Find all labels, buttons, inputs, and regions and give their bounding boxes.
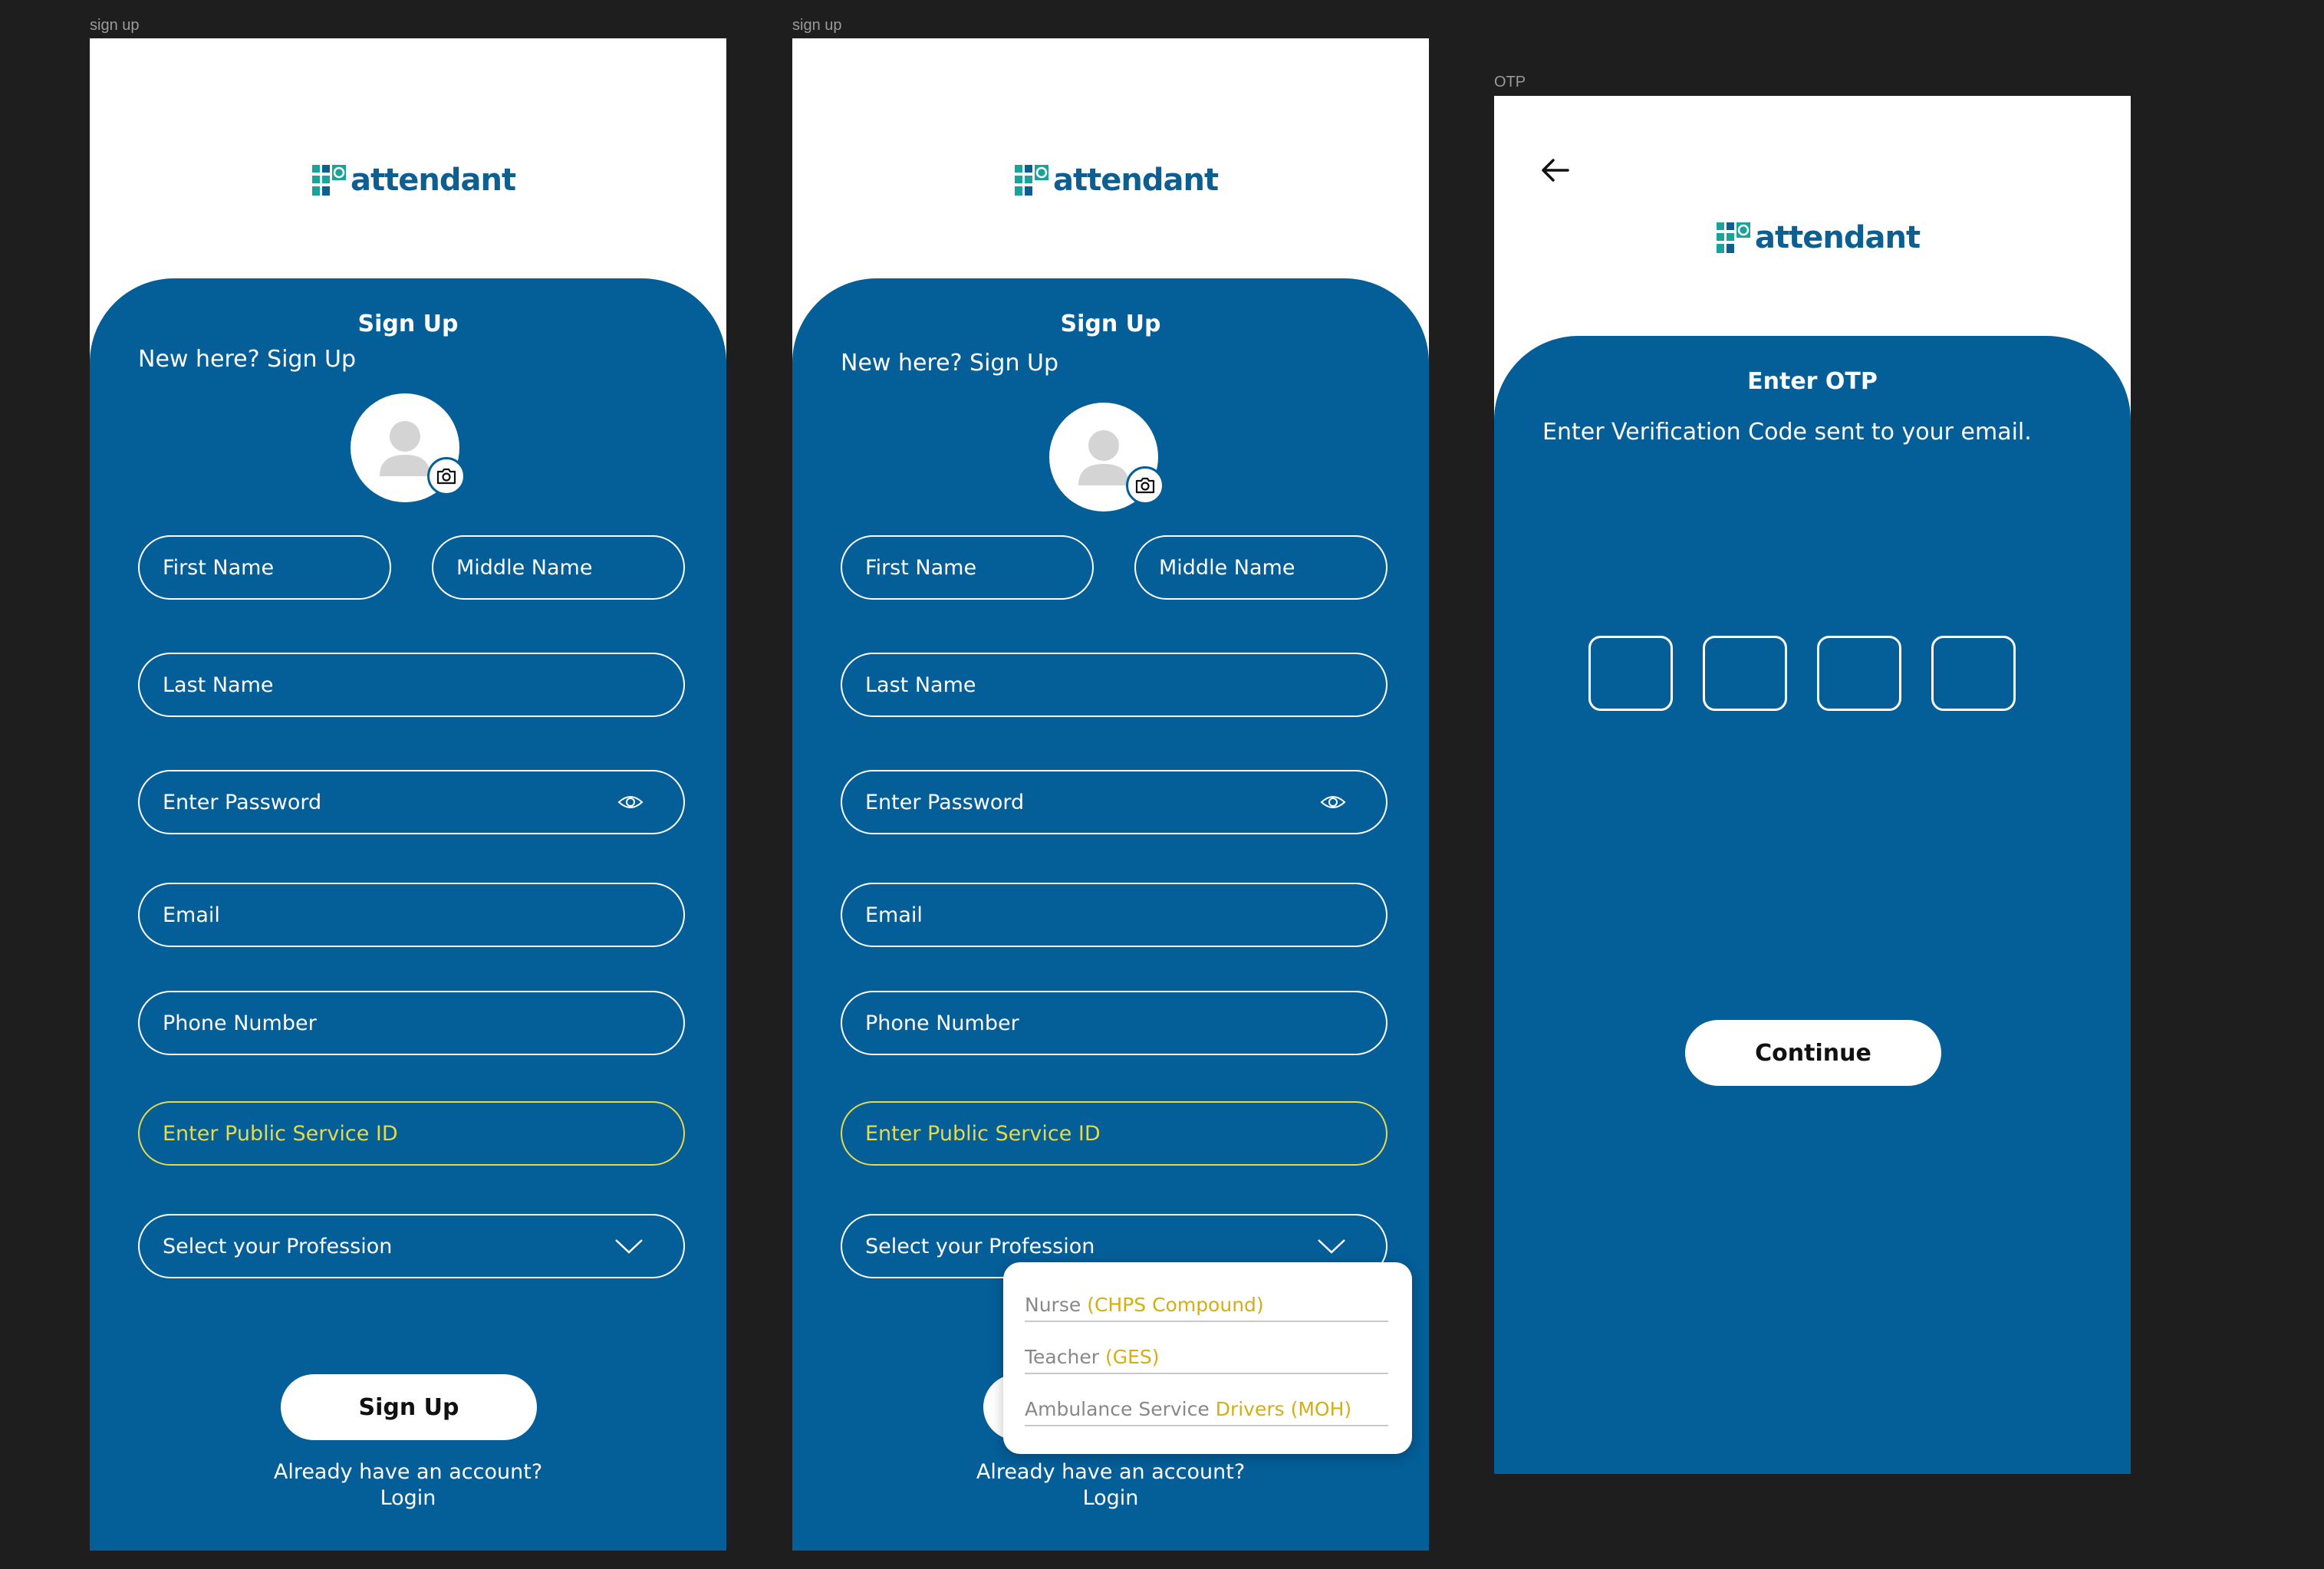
otp-digit-2[interactable] [1703,636,1787,711]
option-detail: Drivers (MOH) [1215,1398,1352,1420]
logo-text: attendant [351,163,516,198]
option-detail: (CHPS Compound) [1087,1294,1264,1316]
camera-button[interactable] [1126,466,1164,505]
last-name-placeholder: Last Name [865,673,976,697]
back-arrow-icon [1542,159,1569,182]
page-subtitle: New here? Sign Up [841,350,1059,377]
page-subtitle: New here? Sign Up [138,346,357,373]
back-button[interactable] [1540,157,1571,186]
option-label: Ambulance Service [1025,1398,1210,1420]
otp-screen: attendant Enter OTP Enter Verification C… [1494,96,2131,1474]
profession-option[interactable]: Teacher (GES) [1025,1330,1388,1374]
phone-placeholder: Phone Number [163,1011,317,1035]
password-field[interactable]: Enter Password [841,770,1387,834]
otp-digit-1[interactable] [1588,636,1673,711]
middle-name-placeholder: Middle Name [1159,555,1295,580]
email-placeholder: Email [865,903,923,927]
first-name-placeholder: First Name [865,555,977,580]
continue-button[interactable]: Continue [1685,1020,1941,1086]
logo-text: attendant [1053,163,1219,198]
logo-icon [1717,222,1750,253]
camera-icon [436,468,456,485]
show-password-toggle[interactable] [1320,793,1346,811]
password-placeholder: Enter Password [163,790,322,814]
signup-screen-2: attendant Sign Up New here? Sign Up Firs… [792,38,1429,1551]
email-placeholder: Email [163,903,220,927]
page-title: Sign Up [357,311,459,337]
profession-option[interactable]: Nurse (CHPS Compound) [1025,1278,1388,1322]
eye-icon [617,796,644,808]
signup-screen-1: attendant Sign Up New here? Sign Up Firs… [90,38,726,1551]
email-field[interactable]: Email [841,883,1387,947]
eye-icon [1320,796,1346,808]
frame-label: sign up [90,17,140,34]
login-link[interactable]: Login [792,1485,1429,1511]
logo-icon [1015,165,1048,196]
frame-label: sign up [792,17,842,34]
profession-placeholder: Select your Profession [865,1234,1095,1258]
last-name-placeholder: Last Name [163,673,274,697]
chevron-down-icon [615,1239,643,1254]
first-name-field[interactable]: First Name [138,535,391,600]
middle-name-field[interactable]: Middle Name [432,535,685,600]
page-title: Sign Up [1060,311,1161,337]
last-name-field[interactable]: Last Name [138,653,685,717]
middle-name-field[interactable]: Middle Name [1134,535,1387,600]
have-account-text: Already have an account? [976,1460,1246,1484]
phone-field[interactable]: Phone Number [138,991,685,1055]
login-prompt: Already have an account? Login [792,1459,1429,1511]
page-subtitle: Enter Verification Code sent to your ema… [1542,419,2032,446]
phone-field[interactable]: Phone Number [841,991,1387,1055]
show-password-toggle[interactable] [617,793,644,811]
login-prompt: Already have an account? Login [90,1459,726,1511]
email-field[interactable]: Email [138,883,685,947]
option-label: Nurse [1025,1294,1081,1316]
logo-text: attendant [1755,220,1921,255]
public-service-id-field[interactable]: Enter Public Service ID [841,1101,1387,1166]
option-detail: (GES) [1104,1346,1160,1368]
last-name-field[interactable]: Last Name [841,653,1387,717]
profession-option[interactable]: Ambulance Service Drivers (MOH) [1025,1382,1388,1426]
frame-label: OTP [1494,74,1526,90]
public-service-id-placeholder: Enter Public Service ID [163,1121,398,1146]
have-account-text: Already have an account? [273,1460,543,1484]
password-placeholder: Enter Password [865,790,1025,814]
public-service-id-field[interactable]: Enter Public Service ID [138,1101,685,1166]
profession-select[interactable]: Select your Profession [138,1214,685,1278]
password-field[interactable]: Enter Password [138,770,685,834]
logo: attendant [312,163,516,198]
profession-toggle[interactable] [1317,1238,1346,1255]
camera-button[interactable] [427,457,466,495]
chevron-down-icon [1318,1239,1345,1254]
page-title: Enter OTP [1747,368,1878,395]
form-panel: Sign Up New here? Sign Up First Name Mid… [90,278,726,1551]
profession-placeholder: Select your Profession [163,1234,393,1258]
public-service-id-placeholder: Enter Public Service ID [865,1121,1101,1146]
form-panel: Sign Up New here? Sign Up First Name Mid… [792,278,1429,1551]
middle-name-placeholder: Middle Name [456,555,593,580]
otp-panel: Enter OTP Enter Verification Code sent t… [1494,336,2131,1474]
logo: attendant [1717,220,1921,255]
logo-icon [312,165,346,196]
otp-digit-4[interactable] [1931,636,2016,711]
first-name-field[interactable]: First Name [841,535,1094,600]
profession-toggle[interactable] [614,1238,644,1255]
phone-placeholder: Phone Number [865,1011,1019,1035]
otp-digit-3[interactable] [1817,636,1901,711]
profession-dropdown: Nurse (CHPS Compound) Teacher (GES) Ambu… [1003,1262,1412,1454]
login-link[interactable]: Login [90,1485,726,1511]
sign-up-button[interactable]: Sign Up [281,1374,537,1440]
first-name-placeholder: First Name [163,555,275,580]
camera-icon [1135,477,1155,494]
logo: attendant [1015,163,1219,198]
option-label: Teacher [1025,1346,1099,1368]
